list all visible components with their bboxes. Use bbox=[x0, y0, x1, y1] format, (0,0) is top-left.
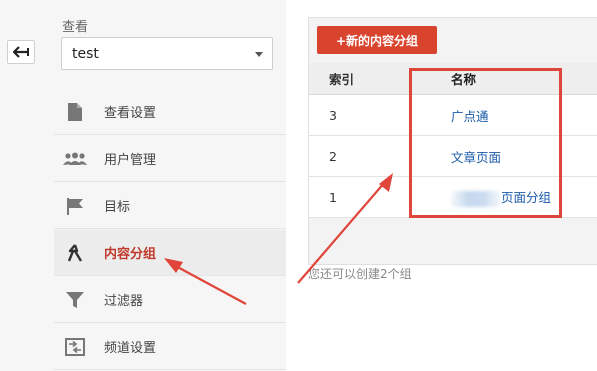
view-select[interactable]: test bbox=[61, 37, 273, 70]
sidebar-item-user-management[interactable]: 用户管理 bbox=[54, 136, 286, 182]
filter-icon bbox=[62, 290, 88, 310]
arrow-left-icon bbox=[13, 46, 29, 58]
column-header-index[interactable]: 索引 bbox=[309, 63, 425, 95]
content-grouping-panel: +新的内容分组 索引 名称 3 广点通 2 文章页面 1 页面分组 bbox=[308, 17, 597, 265]
row-name-cell: 页面分组 bbox=[425, 176, 597, 218]
row-name-cell: 文章页面 bbox=[425, 135, 597, 177]
row-index: 2 bbox=[309, 135, 425, 177]
flag-icon bbox=[62, 196, 88, 216]
sidebar-item-label: 用户管理 bbox=[104, 153, 157, 168]
sidebar-item-content-grouping[interactable]: 内容分组 bbox=[54, 230, 286, 276]
table-header-row: 索引 名称 bbox=[309, 63, 597, 95]
content-group-link[interactable]: 文章页面 bbox=[451, 150, 501, 165]
table-row: 1 页面分组 bbox=[309, 176, 597, 218]
chevron-down-icon bbox=[255, 52, 263, 57]
sidebar-item-label: 过滤器 bbox=[104, 294, 144, 309]
table-row: 3 广点通 bbox=[309, 94, 597, 136]
remaining-groups-hint: 您还可以创建2个组 bbox=[308, 267, 412, 281]
left-gutter bbox=[0, 0, 47, 371]
sidebar-item-channel-settings[interactable]: 频道设置 bbox=[54, 324, 286, 370]
document-icon bbox=[62, 102, 88, 122]
row-index: 1 bbox=[309, 176, 425, 218]
admin-sidebar: 查看 test 查看设置 用户管理 目标 内容分组 过滤器 频道设置 bbox=[46, 0, 287, 371]
sidebar-item-label: 目标 bbox=[104, 200, 131, 215]
back-button[interactable] bbox=[7, 40, 35, 64]
sidebar-item-view-settings[interactable]: 查看设置 bbox=[54, 89, 286, 135]
sidebar-item-goals[interactable]: 目标 bbox=[54, 183, 286, 229]
content-group-table: 索引 名称 3 广点通 2 文章页面 1 页面分组 bbox=[309, 63, 597, 218]
sidebar-item-label: 查看设置 bbox=[104, 106, 157, 121]
redacted-blur bbox=[451, 190, 501, 207]
new-content-group-button[interactable]: +新的内容分组 bbox=[317, 26, 437, 54]
sidebar-item-label: 内容分组 bbox=[104, 247, 157, 262]
users-icon bbox=[62, 149, 88, 169]
content-group-link[interactable]: 页面分组 bbox=[501, 190, 551, 205]
content-grouping-icon bbox=[62, 243, 88, 263]
content-grouping-main: +新的内容分组 索引 名称 3 广点通 2 文章页面 1 页面分组 您还可以创建… bbox=[286, 0, 597, 371]
channel-settings-icon bbox=[62, 337, 88, 357]
sidebar-item-label: 频道设置 bbox=[104, 341, 157, 356]
column-header-name[interactable]: 名称 bbox=[425, 63, 597, 95]
table-row: 2 文章页面 bbox=[309, 135, 597, 177]
row-index: 3 bbox=[309, 94, 425, 136]
view-select-value: test bbox=[72, 45, 99, 62]
sidebar-item-filters[interactable]: 过滤器 bbox=[54, 277, 286, 323]
row-name-cell: 广点通 bbox=[425, 94, 597, 136]
content-group-link[interactable]: 广点通 bbox=[451, 109, 489, 124]
view-label: 查看 bbox=[62, 20, 89, 35]
